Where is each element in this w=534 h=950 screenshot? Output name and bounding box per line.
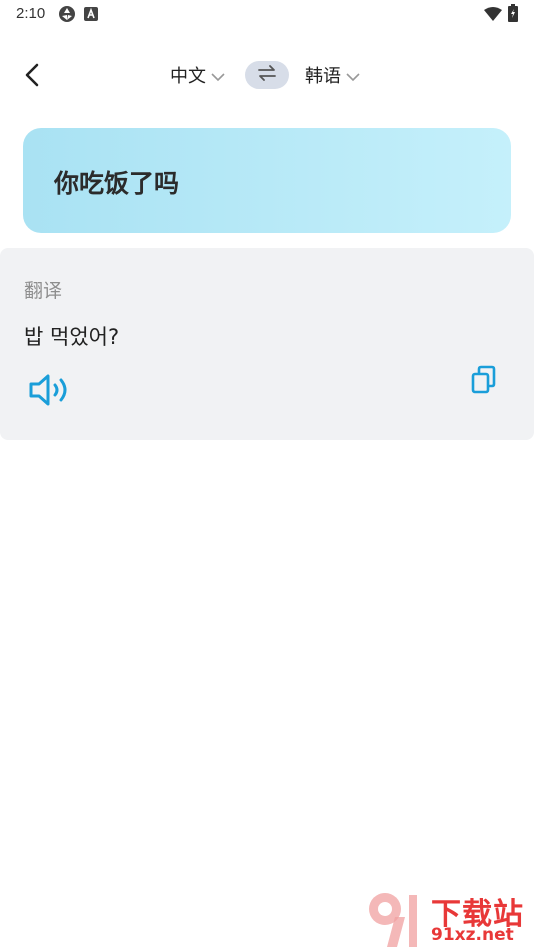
target-language-selector[interactable]: 韩语 xyxy=(305,62,361,88)
target-language-label: 韩语 xyxy=(305,66,341,87)
watermark: 下载站 91xz.net xyxy=(365,887,534,950)
source-language-label: 中文 xyxy=(170,66,206,87)
header: 中文 韩语 xyxy=(0,50,534,98)
status-time: 2:10 xyxy=(16,5,46,22)
chevron-left-icon xyxy=(18,63,48,94)
chevron-down-icon xyxy=(210,66,226,87)
battery-charging-icon xyxy=(508,4,518,26)
speaker-icon xyxy=(28,374,72,414)
status-bar: 2:10 xyxy=(0,0,534,28)
sync-icon xyxy=(58,5,76,27)
source-language-selector[interactable]: 中文 xyxy=(170,62,226,88)
source-text-card[interactable]: 你吃饭了吗 xyxy=(23,128,511,233)
speak-button[interactable] xyxy=(28,370,72,410)
copy-button[interactable] xyxy=(470,365,498,395)
copy-icon xyxy=(470,365,498,399)
watermark-url: 91xz.net xyxy=(431,925,514,945)
wifi-icon xyxy=(484,6,502,25)
translation-label: 翻译 xyxy=(24,280,63,302)
swap-arrows-icon xyxy=(257,65,277,85)
source-text: 你吃饭了吗 xyxy=(54,169,180,198)
text-a-icon xyxy=(84,6,98,25)
translation-result-card: 翻译 밥 먹었어? xyxy=(0,248,534,440)
back-button[interactable] xyxy=(18,60,48,90)
translation-text: 밥 먹었어? xyxy=(24,325,120,349)
watermark-logo-icon xyxy=(365,887,429,950)
swap-languages-button[interactable] xyxy=(245,61,289,89)
chevron-down-icon xyxy=(345,66,361,87)
